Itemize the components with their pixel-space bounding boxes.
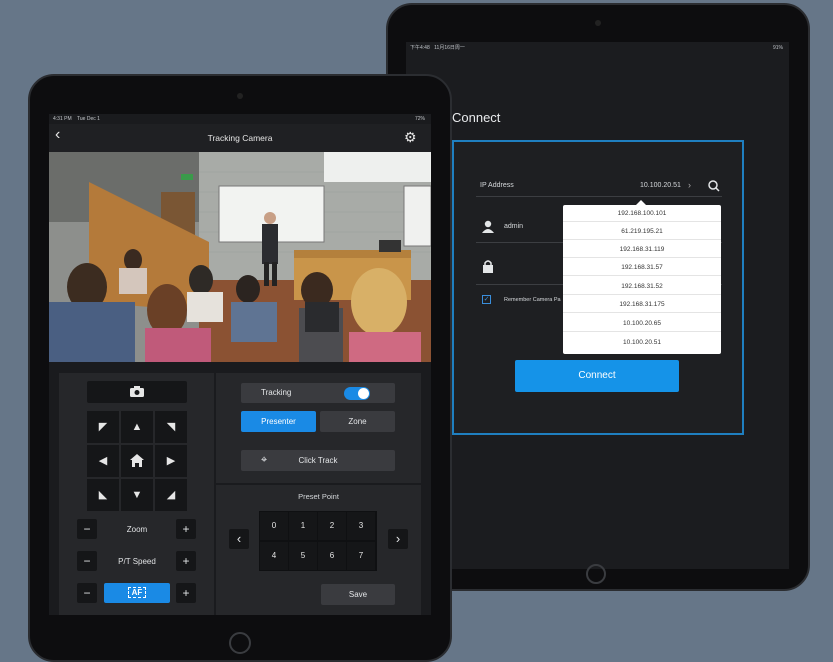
front-status-time: 4:31 PM [53, 116, 72, 122]
gear-icon[interactable]: ⚙ [404, 129, 417, 146]
crosshair-icon: ⌖ [261, 454, 268, 466]
speed-up-button[interactable]: + [176, 551, 196, 571]
af-label: AF [127, 587, 147, 598]
snapshot-button[interactable] [87, 381, 187, 403]
ip-option[interactable]: 192.168.31.52 [563, 278, 721, 295]
focus-near-button[interactable]: − [77, 583, 97, 603]
front-status-date: Tue Dec 1 [77, 116, 100, 122]
zoom-label: Zoom [126, 525, 148, 534]
preset-button[interactable]: 5 [289, 542, 317, 570]
zoom-in-button[interactable]: + [176, 519, 196, 539]
ip-option[interactable]: 192.168.31.57 [563, 259, 721, 276]
front-front-camera [237, 93, 243, 99]
pan-tilt-pad: ◤ ▲ ◥ ◀ ▶ ◣ ▼ ◢ [87, 411, 187, 511]
speed-down-button[interactable]: − [77, 551, 97, 571]
camera-preview[interactable] [49, 152, 431, 362]
preset-point-label: Preset Point [298, 492, 339, 501]
ip-option[interactable]: 10.100.20.51 [563, 334, 721, 351]
preset-next-button[interactable]: › [388, 529, 408, 549]
pan-down-right-button[interactable]: ◢ [155, 479, 187, 511]
home-position-button[interactable] [121, 445, 153, 477]
toggle-knob [358, 388, 369, 399]
username-field[interactable]: admin [504, 223, 523, 230]
front-status-battery: 72% [414, 116, 425, 122]
save-preset-button[interactable]: Save [321, 584, 395, 605]
front-home-button[interactable] [229, 632, 251, 654]
tracking-camera-screen: 4:31 PM Tue Dec 1 72% ‹ Tracking Camera … [49, 114, 431, 615]
remember-checkbox[interactable]: ✓ [482, 295, 491, 304]
tracking-label: Tracking [261, 388, 292, 397]
ip-divider [476, 196, 722, 197]
focus-far-button[interactable]: + [176, 583, 196, 603]
pan-right-button[interactable]: ▶ [155, 445, 187, 477]
search-icon[interactable] [708, 180, 720, 192]
zone-mode-button[interactable]: Zone [320, 411, 395, 432]
tracking-toggle[interactable] [344, 387, 370, 400]
pt-speed-label: P/T Speed [118, 557, 156, 566]
back-status-battery: 91% [772, 45, 783, 51]
remember-label: Remember Camera Pa [504, 297, 561, 303]
connect-button[interactable]: Connect [515, 360, 679, 392]
zoom-out-button[interactable]: − [77, 519, 97, 539]
preset-grid: 0 1 2 3 4 5 6 7 [259, 511, 377, 571]
ip-history-dropdown: 192.168.100.101 61.219.195.21 192.168.31… [563, 200, 721, 354]
ip-address-value[interactable]: 10.100.20.51 [640, 182, 681, 189]
pan-down-left-button[interactable]: ◣ [87, 479, 119, 511]
tilt-up-button[interactable]: ▲ [121, 411, 153, 443]
preset-button[interactable]: 4 [260, 542, 288, 570]
back-status-bar: 下午4:48 11月16日周一 91% [406, 42, 789, 54]
pan-up-left-button[interactable]: ◤ [87, 411, 119, 443]
ip-address-label: IP Address [480, 182, 514, 189]
preset-button[interactable]: 2 [318, 512, 346, 540]
connect-title: Connect [452, 110, 501, 125]
preset-button[interactable]: 0 [260, 512, 288, 540]
front-status-bar: 4:31 PM Tue Dec 1 72% [49, 114, 431, 124]
home-icon [130, 454, 144, 467]
page-title: Tracking Camera [207, 133, 273, 143]
back-home-button[interactable] [586, 564, 606, 584]
ip-option[interactable]: 192.168.31.119 [563, 241, 721, 258]
control-panel: ◤ ▲ ◥ ◀ ▶ ◣ ▼ ◢ − Zoom + − P/T Speed + −… [59, 373, 421, 615]
click-track-label: Click Track [298, 456, 338, 465]
autofocus-button[interactable]: AF [104, 583, 170, 603]
back-status-time: 下午4:48 [410, 45, 430, 51]
panel-divider-h [216, 483, 421, 485]
ip-option[interactable]: 10.100.20.65 [563, 315, 721, 332]
connect-screen: 下午4:48 11月16日周一 91% Connect IP Address 1… [406, 42, 789, 569]
presenter-mode-button[interactable]: Presenter [241, 411, 316, 432]
preset-button[interactable]: 6 [318, 542, 346, 570]
chevron-right-icon[interactable]: › [688, 180, 691, 190]
tracking-row: Tracking [241, 383, 395, 403]
lock-icon [483, 260, 493, 273]
ip-option[interactable]: 192.168.31.175 [563, 296, 721, 313]
preset-button[interactable]: 3 [347, 512, 375, 540]
preset-button[interactable]: 7 [347, 542, 375, 570]
ip-option[interactable]: 61.219.195.21 [563, 223, 721, 240]
preset-button[interactable]: 1 [289, 512, 317, 540]
pan-left-button[interactable]: ◀ [87, 445, 119, 477]
ip-option[interactable]: 192.168.100.101 [563, 205, 721, 222]
camera-icon [130, 386, 144, 397]
tilt-down-button[interactable]: ▼ [121, 479, 153, 511]
user-icon [482, 220, 494, 233]
preset-prev-button[interactable]: ‹ [229, 529, 249, 549]
pan-up-right-button[interactable]: ◥ [155, 411, 187, 443]
click-track-button[interactable]: ⌖ Click Track [241, 450, 395, 471]
back-front-camera [595, 20, 601, 26]
back-status-date: 11月16日周一 [434, 45, 465, 51]
nav-bar: ‹ Tracking Camera ⚙ [49, 124, 431, 152]
